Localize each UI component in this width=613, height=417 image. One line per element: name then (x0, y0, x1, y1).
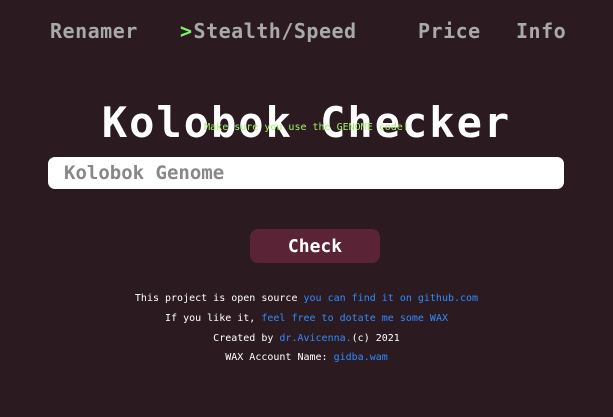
wax-account-link[interactable]: gidba.wam (334, 352, 388, 363)
open-source-text: This project is open source (134, 293, 304, 304)
footer-wax-account: WAX Account Name: gidba.wam (0, 351, 613, 365)
nav-stealth-speed[interactable]: >Stealth/Speed (180, 19, 357, 43)
nav-info[interactable]: Info (516, 19, 566, 43)
donate-link[interactable]: feel free to dotate me some WAX (261, 313, 448, 324)
credits-text: Created by (213, 333, 280, 344)
nav-price[interactable]: Price (418, 19, 481, 43)
wax-account-label: WAX Account Name: (225, 352, 334, 363)
active-caret-icon: > (180, 19, 193, 43)
genome-hint: Make sure you use the GENOME code! (204, 122, 409, 133)
check-button[interactable]: Check (250, 229, 380, 263)
page: Renamer >Stealth/Speed Price Info Kolobo… (0, 0, 613, 417)
nav-stealth-speed-label: Stealth/Speed (193, 19, 357, 43)
genome-input[interactable] (48, 157, 564, 189)
nav-renamer[interactable]: Renamer (50, 19, 138, 43)
top-navigation: Renamer >Stealth/Speed Price Info (0, 19, 613, 45)
author-link[interactable]: dr.Avicenna. (279, 333, 351, 344)
footer-open-source: This project is open source you can find… (0, 292, 613, 306)
copyright-text: (c) 2021 (351, 333, 400, 344)
donate-text: If you like it, (165, 313, 262, 324)
footer-donate: If you like it, feel free to dotate me s… (0, 312, 613, 326)
github-link[interactable]: you can find it on github.com (303, 293, 478, 304)
footer-credits: Created by dr.Avicenna.(c) 2021 (0, 332, 613, 346)
